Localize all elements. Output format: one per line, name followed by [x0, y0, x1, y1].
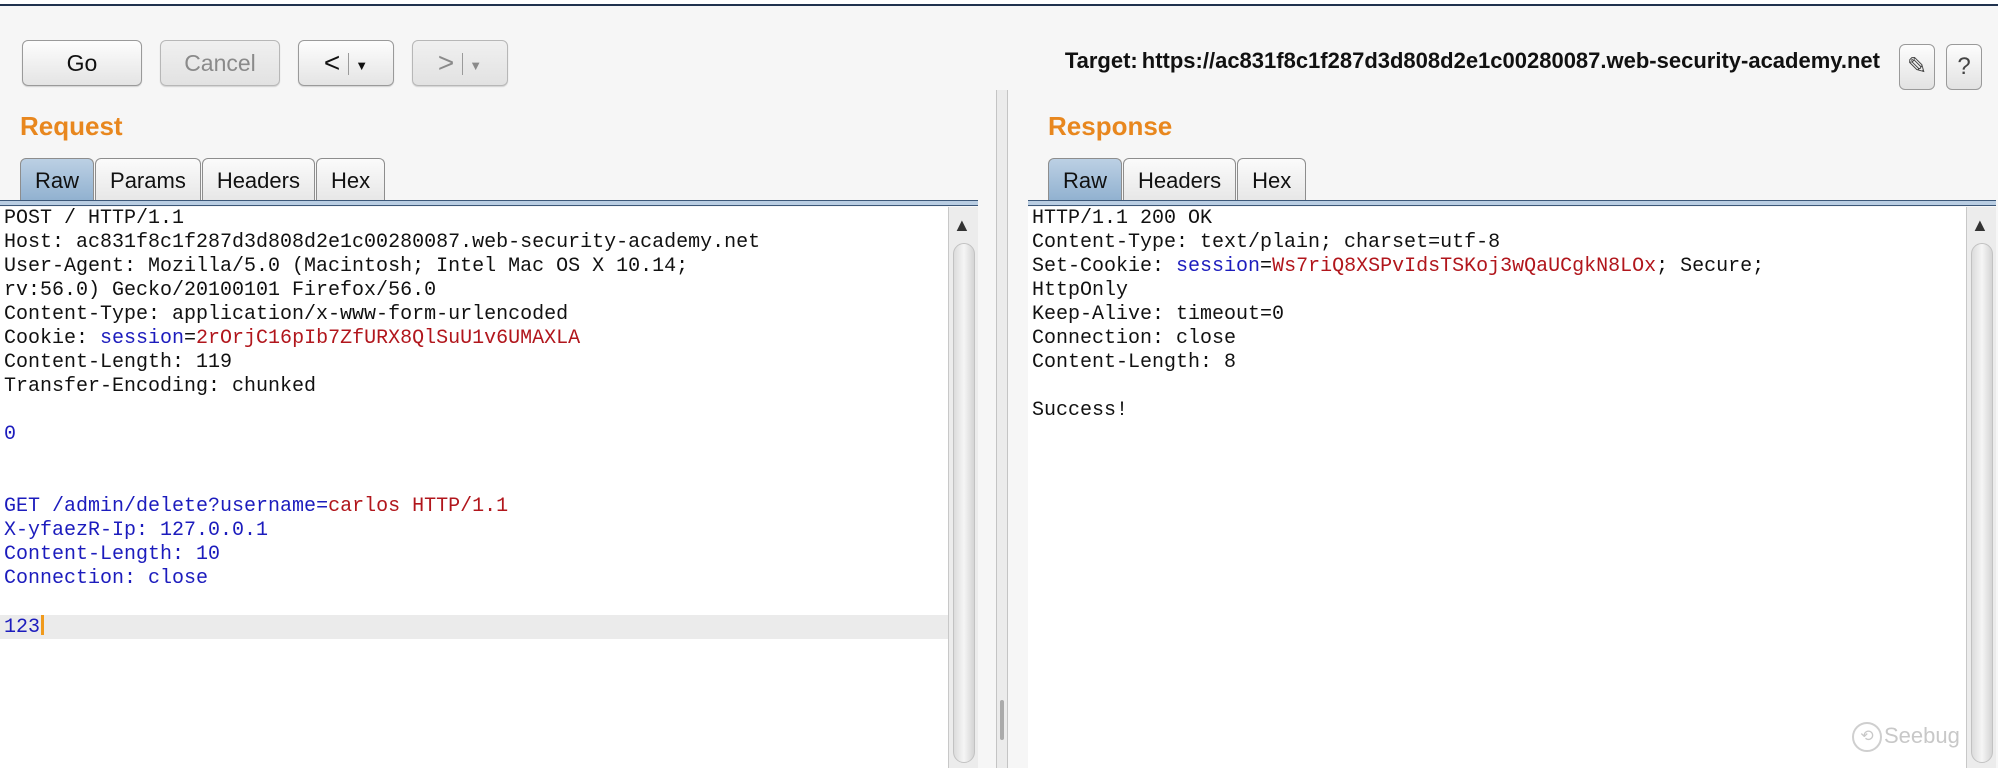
tab-request-headers[interactable]: Headers [201, 158, 315, 202]
editor-line: Host: ac831f8c1f287d3d808d2e1c00280087.w… [4, 231, 761, 254]
editor-line: Connection: close [4, 567, 209, 590]
response-tabs: Raw Headers Hex [1048, 158, 1307, 202]
editor-line: Content-Type: text/plain; charset=utf-8 [1032, 231, 1501, 254]
request-editor[interactable]: POST / HTTP/1.1 Host: ac831f8c1f287d3d80… [0, 207, 948, 768]
editor-line-empty [0, 399, 948, 423]
cookie-attrs: ; Secure; [1656, 255, 1765, 278]
target-label: Target: [1064, 48, 1138, 73]
editor-line: HTTP/1.1 200 OK [1032, 207, 1213, 230]
editor-line: Connection: close [1032, 327, 1237, 350]
header-name: Cookie: [4, 327, 101, 350]
request-title: Request [20, 111, 123, 141]
scroll-thumb[interactable] [1971, 243, 1993, 763]
request-line-path: GET /admin/delete?username [4, 495, 317, 518]
editor-line: POST / HTTP/1.1 [4, 207, 185, 230]
text-caret [41, 615, 45, 635]
editor-line: HttpOnly [1032, 279, 1129, 302]
request-tab-underline [0, 200, 978, 206]
chevron-right-icon: > [437, 47, 455, 78]
header-name: Set-Cookie: [1032, 255, 1177, 278]
scroll-thumb[interactable] [953, 243, 975, 763]
editor-line: rv:56.0) Gecko/20100101 Firefox/56.0 [4, 279, 437, 302]
request-tabs: Raw Params Headers Hex [20, 158, 386, 202]
target-url: https://ac831f8c1f287d3d808d2e1c00280087… [1141, 48, 1880, 73]
body-text: 123 [4, 616, 41, 639]
response-scrollbar[interactable]: ▲ [1966, 207, 1996, 768]
tab-response-raw[interactable]: Raw [1048, 158, 1123, 202]
editor-line-empty [0, 471, 948, 495]
forward-button[interactable]: > ▼ [412, 40, 508, 86]
param-value: carlos HTTP/1.1 [328, 495, 509, 518]
equals-sign: = [316, 495, 329, 518]
tab-response-headers[interactable]: Headers [1123, 158, 1237, 202]
editor-line: X-yfaezR-Ip: 127.0.0.1 [4, 519, 269, 542]
watermark: ⟲ Seebug [1852, 722, 1960, 752]
equals-sign: = [184, 327, 197, 350]
scroll-up-icon[interactable]: ▲ [1971, 215, 1989, 236]
cancel-button[interactable]: Cancel [160, 40, 280, 86]
editor-line: Transfer-Encoding: chunked [4, 375, 317, 398]
help-icon: ? [1957, 53, 1971, 80]
tab-request-params[interactable]: Params [95, 158, 201, 202]
target-display: Target: https://ac831f8c1f287d3d808d2e1c0… [1065, 48, 1880, 74]
watermark-text: Seebug [1884, 722, 1960, 748]
editor-line-empty [0, 591, 948, 615]
editor-line: Cookie: session=2rOrjC16pIb7ZfURX8QlSuU1… [0, 327, 948, 351]
cookie-key: session [1176, 255, 1261, 278]
response-tab-underline [1028, 200, 1996, 206]
dropdown-arrow-icon: ▼ [355, 57, 369, 73]
split-pane-divider[interactable] [996, 90, 1008, 768]
editor-line: 0 [4, 423, 17, 446]
response-title: Response [1048, 111, 1173, 141]
edit-target-button[interactable]: ✎ [1899, 44, 1935, 90]
editor-line: Set-Cookie: session=Ws7riQ8XSPvIdsTSKoj3… [1028, 255, 1966, 279]
response-editor[interactable]: HTTP/1.1 200 OK Content-Type: text/plain… [1028, 207, 1966, 768]
editor-line: User-Agent: Mozilla/5.0 (Macintosh; Inte… [4, 255, 689, 278]
pencil-icon: ✎ [1906, 53, 1928, 80]
go-button[interactable]: Go [22, 40, 142, 86]
divider-grip[interactable] [1000, 700, 1004, 740]
editor-line-empty [1028, 375, 1966, 399]
back-button[interactable]: < ▼ [298, 40, 394, 86]
editor-line: Success! [1032, 399, 1129, 422]
button-separator [462, 53, 464, 75]
editor-line-current: 123 [0, 615, 948, 639]
editor-line: Content-Length: 119 [4, 351, 233, 374]
seebug-logo-icon: ⟲ [1852, 722, 1882, 752]
scroll-up-icon[interactable]: ▲ [953, 215, 971, 236]
editor-line: Content-Length: 8 [1032, 351, 1237, 374]
request-scrollbar[interactable]: ▲ [948, 207, 978, 768]
chevron-left-icon: < [323, 47, 341, 78]
tab-response-hex[interactable]: Hex [1237, 158, 1307, 202]
cookie-key: session [100, 327, 185, 350]
tab-request-raw[interactable]: Raw [20, 158, 95, 202]
button-separator [348, 53, 350, 75]
dropdown-arrow-icon: ▼ [469, 57, 483, 73]
editor-line: Keep-Alive: timeout=0 [1032, 303, 1285, 326]
editor-line-empty [0, 447, 948, 471]
cookie-value: 2rOrjC16pIb7ZfURX8QlSuU1v6UMAXLA [196, 327, 581, 350]
tab-request-hex[interactable]: Hex [315, 158, 386, 202]
editor-line: Content-Type: application/x-www-form-url… [4, 303, 569, 326]
equals-sign: = [1260, 255, 1273, 278]
editor-line: GET /admin/delete?username=carlos HTTP/1… [0, 495, 948, 519]
help-button[interactable]: ? [1946, 44, 1982, 90]
editor-line: Content-Length: 10 [4, 543, 221, 566]
cookie-value: Ws7riQ8XSPvIdsTSKoj3wQaUCgkN8LOx [1272, 255, 1657, 278]
